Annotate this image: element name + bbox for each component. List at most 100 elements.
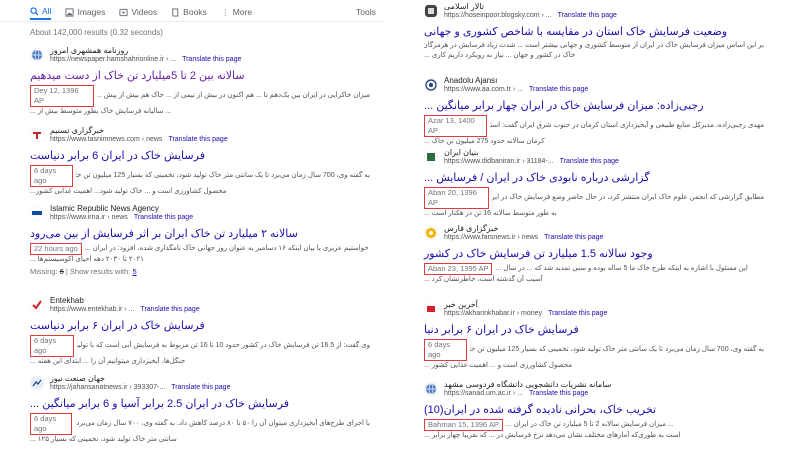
site-url[interactable]: https://hoseinpoor.blogsky.com › ... Tran… <box>444 12 617 20</box>
tasnim-logo-icon <box>30 128 44 142</box>
tab-more[interactable]: ⋮ More <box>221 4 252 20</box>
result-title[interactable]: سالانه بین 2 تا 5میلیارد تن خاک از دست م… <box>30 69 370 83</box>
result-title[interactable]: وضعیت فرسایش خاک استان در مقایسه با شاخص… <box>424 25 764 39</box>
search-result: خبرگزاری فارس https://www.farsnews.ir › … <box>424 222 764 285</box>
missing-term: 6 <box>59 267 64 276</box>
search-result: جهان صنعت نیوز https://jahansanatnews.ir… <box>30 372 370 445</box>
search-result: خبرگزاری تسنیم https://www.tasnimnews.co… <box>30 124 370 197</box>
result-snippet: مطابق گزارشی که انجمن علوم خاک ایران منت… <box>492 194 764 201</box>
site-name: روزنامه همشهری امروز <box>50 46 129 56</box>
result-title[interactable]: رجبی‌زاده: میزان فرسایش خاک در ایران چها… <box>424 99 764 113</box>
show-results-link[interactable]: Show results with: 5 <box>70 267 137 276</box>
search-result: بنیان ایران https://www.didbaniran.ir › … <box>424 146 764 219</box>
missing-terms: Missing: 6 | Show results with: 5 <box>30 267 137 276</box>
result-title[interactable]: وجود سالانه 1.5 میلیارد تن فرسایش خاک در… <box>424 247 764 261</box>
search-icon <box>30 6 39 16</box>
tab-images[interactable]: Images <box>65 4 105 20</box>
result-snippet: بر این اساس میزان فرسایش خاک در ایران از… <box>424 42 764 49</box>
site-name: خبرگزاری فارس <box>444 224 499 234</box>
site-url[interactable]: https://akharinkhabar.ir › money Translat… <box>444 310 607 318</box>
tab-videos[interactable]: Videos <box>119 4 157 20</box>
site-url[interactable]: https://jahansanatnews.ir › 393307-... Tr… <box>50 384 230 392</box>
result-title[interactable]: فرسایش خاک در ایران 6 برابر دنیاست <box>30 149 370 163</box>
result-title[interactable]: فرسایش خاک در ایران ۶ برابر دنیاست <box>30 319 370 333</box>
tab-label: Books <box>183 7 207 17</box>
result-snippet: به گفته وی، 700 سال زمان می‌برد تا یک سا… <box>76 172 370 179</box>
result-title[interactable]: فرسایش خاک در ایران 2.5 برابر آسیا و 6 ب… <box>30 397 370 411</box>
translate-link[interactable]: Translate this page <box>544 234 603 241</box>
site-name: Islamic Republic News Agency <box>50 204 159 214</box>
date-badge: 6 days ago <box>30 335 74 357</box>
date-badge: 6 days ago <box>424 339 467 361</box>
tab-label: Videos <box>131 7 158 17</box>
tab-label: Images <box>77 7 106 17</box>
translate-link[interactable]: Translate this page <box>134 214 193 221</box>
date-badge: 22 hours ago <box>30 243 82 255</box>
site-name: تالار اسلامی <box>444 2 484 12</box>
translate-link[interactable]: Translate this page <box>548 310 607 317</box>
video-icon <box>119 8 128 17</box>
result-snippet: با اجرای طرح‌های آبخیزداری میتوان آن را … <box>75 420 370 427</box>
tab-books[interactable]: Books <box>171 4 207 20</box>
result-snippet: این مسئول با اشاره به اینکه طرح خاک ما 5… <box>495 265 748 272</box>
result-snippet-2: خاک در کشور و جهان ... نیاز به رویکرد دا… <box>424 52 576 59</box>
more-dots-icon: ⋮ <box>221 7 230 17</box>
result-snippet-2: است به طوری‌که آمارهای مختلف نشان می‌دهد… <box>424 432 681 439</box>
result-snippet-2: آسیب آن گذشته است، خاطرنشان کرد ... <box>424 276 543 283</box>
site-name: خبرگزاری تسنیم <box>50 126 105 136</box>
translate-link[interactable]: Translate this page <box>171 384 230 391</box>
result-title[interactable]: فرسایش خاک در ایران ۶ برابر دنیا <box>424 323 764 337</box>
translate-link[interactable]: Translate this page <box>529 86 588 93</box>
translate-link[interactable]: Translate this page <box>558 12 617 19</box>
result-title[interactable]: سالانه ۲ میلیارد تن خاک ایران بر اثر فرس… <box>30 227 370 241</box>
result-title[interactable]: گزارشی درباره نابودی خاک در ایران / فرسا… <box>424 171 764 185</box>
result-snippet: میزان خاکزایی در ایران بین یک‌دهم تا ...… <box>97 92 370 99</box>
date-badge: 6 days ago <box>30 413 73 435</box>
site-name: Entekhab <box>50 296 84 306</box>
translate-link[interactable]: Translate this page <box>182 56 241 63</box>
tab-label: All <box>42 6 52 16</box>
site-url[interactable]: https://sanad.um.ac.ir › ... Translate th… <box>444 390 611 398</box>
didbaniran-logo-icon <box>424 150 438 164</box>
site-url[interactable]: https://www.irna.ir › news Translate this… <box>50 214 193 222</box>
date-badge: 6 days ago <box>30 165 73 187</box>
result-snippet-2: جنگل‌ها، آبخیزداری میتوانیم آن را ... اب… <box>30 358 186 365</box>
site-url[interactable]: https://www.entekhab.ir › ... Translate t… <box>50 306 200 314</box>
date-badge: Aban 23, 1395 AP <box>424 263 493 275</box>
image-icon <box>65 7 75 17</box>
result-snippet-2: به طور متوسط سالانه 16 تن در هکتار است .… <box>424 210 557 217</box>
header-divider <box>0 21 385 22</box>
jahansanat-logo-icon <box>30 376 44 390</box>
translate-link[interactable]: Translate this page <box>168 136 227 143</box>
date-badge: Bahman 15, 1396 AP <box>424 419 503 431</box>
tab-all[interactable]: All <box>30 4 52 20</box>
site-url[interactable]: https://www.aa.com.tr › ... Translate thi… <box>444 86 588 94</box>
result-snippet: خواستیم عزیزی با بیان اینکه ۱۶ دسامبر به… <box>84 245 369 252</box>
site-url[interactable]: https://www.didbaniran.ir › 31184-... Tra… <box>444 158 619 166</box>
translate-link[interactable]: Translate this page <box>529 390 588 397</box>
search-result: آخرین خبر https://akharinkhabar.ir › mon… <box>424 298 764 371</box>
result-snippet: مهدی رجبی‌زاده، مدیرکل منابع طبیعی و آبخ… <box>490 122 764 129</box>
globe-icon <box>424 382 438 396</box>
site-url[interactable]: https://www.tasnimnews.com › news Transla… <box>50 136 228 144</box>
site-url[interactable]: https://www.farsnews.ir › news Translate … <box>444 234 603 242</box>
search-result: تالار اسلامی https://hoseinpoor.blogsky.… <box>424 0 764 61</box>
search-result: Anadolu Ajansı https://www.aa.com.tr › .… <box>424 74 764 147</box>
search-result: Islamic Republic News Agency https://www… <box>30 202 370 276</box>
result-snippet: وی گفت: از 16.5 تن فرسایش خاک در کشور حد… <box>76 342 370 349</box>
site-name: جهان صنعت نیوز <box>50 374 105 384</box>
tools-button[interactable]: Tools <box>356 7 376 17</box>
site-url[interactable]: https://newspaper.hamshahrionline.ir › .… <box>50 56 241 64</box>
irna-logo-icon <box>30 206 44 220</box>
result-snippet-2: محصول کشاورزی است و ... خاک تولید شود...… <box>30 188 227 195</box>
search-tabs: All Images Videos Books ⋮ More <box>30 4 266 20</box>
entekhab-logo-icon <box>30 298 44 312</box>
result-title[interactable]: تخریب خاک، بحرانی نادیده گرفته شده در ای… <box>424 403 764 417</box>
translate-link[interactable]: Translate this page <box>560 158 619 165</box>
translate-link[interactable]: Translate this page <box>140 306 199 313</box>
search-result: Entekhab https://www.entekhab.ir › ... Tr… <box>30 294 370 367</box>
search-result: روزنامه همشهری امروز https://newspaper.h… <box>30 44 370 117</box>
tab-label: More <box>232 7 253 17</box>
result-snippet-2: سانتی متر خاک تولید شود، تخمینی که بسیار… <box>30 436 177 443</box>
site-name: Anadolu Ajansı <box>444 76 498 86</box>
